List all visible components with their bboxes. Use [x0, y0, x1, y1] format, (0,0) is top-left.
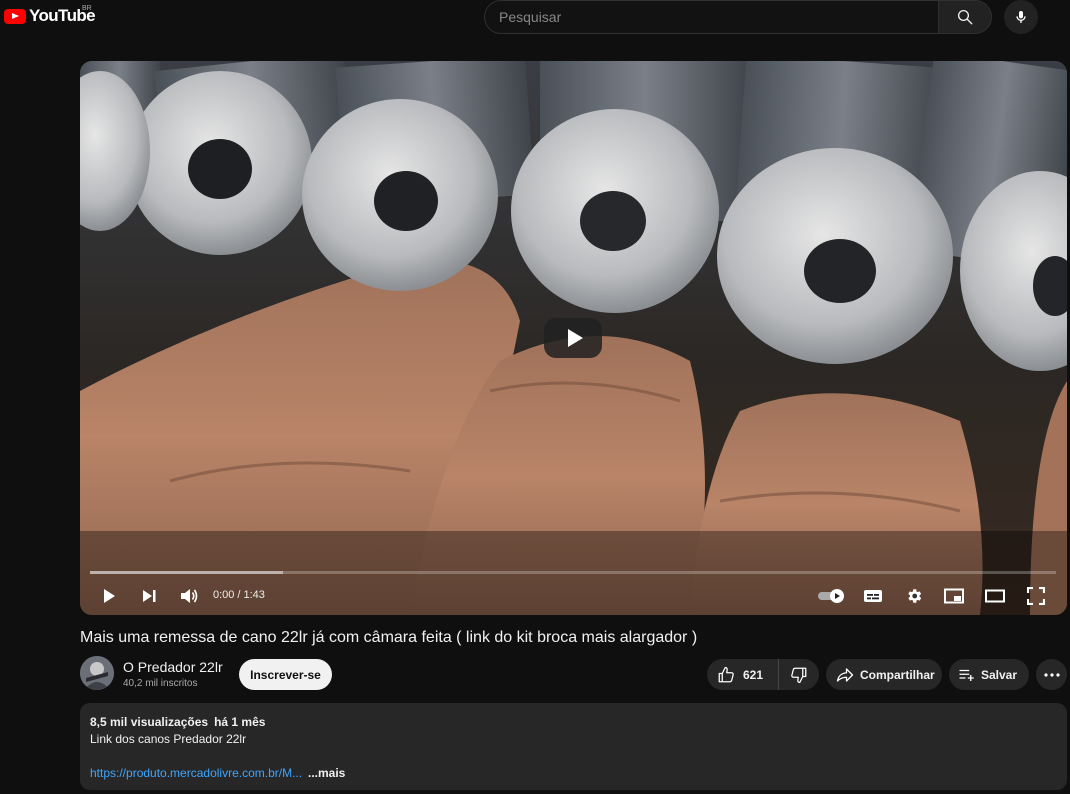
view-count: 8,5 mil visualizações [90, 715, 209, 729]
search-bar [484, 0, 992, 34]
like-button[interactable]: 621 [707, 659, 779, 690]
description-link[interactable]: https://produto.mercadolivre.com.br/M... [90, 766, 306, 780]
next-icon [143, 590, 156, 602]
show-more-button[interactable]: ...mais [308, 766, 345, 780]
subscribe-button[interactable]: Inscrever-se [239, 659, 332, 690]
duration: 1:43 [243, 589, 265, 601]
autoplay-toggle[interactable] [817, 585, 847, 607]
channel-name[interactable]: O Predador 22lr [123, 659, 223, 675]
thumbs-down-icon [791, 667, 807, 683]
upload-date: há 1 mês [214, 715, 266, 729]
fullscreen-button[interactable] [1024, 585, 1048, 607]
save-button[interactable]: Salvar [949, 659, 1029, 690]
subscriber-count: 40,2 mil inscritos [123, 678, 198, 689]
miniplayer-button[interactable] [942, 585, 966, 607]
region-code: BR [82, 5, 92, 12]
search-icon [957, 9, 973, 25]
player-controls: 0:00/1:43 [80, 581, 1067, 611]
autoplay-toggle-icon [818, 589, 844, 603]
share-icon [836, 667, 854, 682]
like-count: 621 [743, 667, 764, 682]
video-player[interactable]: 0:00/1:43 [80, 61, 1067, 615]
share-label: Compartilhar [860, 667, 935, 682]
avatar-image [80, 656, 114, 690]
share-button[interactable]: Compartilhar [826, 659, 942, 690]
subtitles-button[interactable] [861, 585, 885, 607]
time-separator: / [237, 589, 241, 601]
masthead: YouTube BR [0, 0, 1070, 34]
large-play-button[interactable] [544, 318, 602, 358]
miniplayer-icon [944, 588, 964, 604]
progress-bar[interactable] [90, 571, 1056, 574]
more-actions-button[interactable] [1036, 659, 1067, 690]
like-dislike-group: 621 [707, 659, 819, 690]
youtube-play-logo-icon [4, 8, 26, 24]
more-horizontal-icon [1043, 672, 1060, 677]
time-display: 0:00/1:43 [213, 589, 265, 601]
settings-icon [908, 589, 922, 603]
avatar[interactable] [80, 656, 114, 690]
description-meta: 8,5 mil visualizações há 1 mês [90, 715, 265, 729]
volume-button[interactable] [177, 585, 201, 607]
microphone-icon [1016, 11, 1026, 23]
theater-icon [985, 589, 1005, 603]
description-box[interactable]: 8,5 mil visualizações há 1 mês Link dos c… [80, 703, 1067, 790]
play-icon [104, 589, 115, 603]
volume-icon [181, 589, 198, 603]
theater-mode-button[interactable] [983, 585, 1007, 607]
current-time: 0:00 [213, 589, 235, 601]
settings-button[interactable] [902, 585, 926, 607]
save-label: Salvar [981, 667, 1018, 682]
fullscreen-icon [1027, 587, 1045, 605]
search-button[interactable] [938, 0, 992, 34]
subtitles-icon [864, 590, 882, 602]
play-button[interactable] [97, 585, 121, 607]
description-text: Link dos canos Predador 22lr [90, 732, 247, 746]
progress-buffered [90, 571, 284, 574]
video-title: Mais uma remessa de cano 22lr já com câm… [80, 629, 698, 646]
add-to-playlist-icon [959, 669, 974, 681]
dislike-button[interactable] [779, 659, 819, 690]
thumbs-up-icon [718, 666, 734, 682]
voice-search-button[interactable] [1004, 0, 1038, 34]
search-input[interactable] [484, 0, 938, 34]
next-button[interactable] [137, 585, 161, 607]
